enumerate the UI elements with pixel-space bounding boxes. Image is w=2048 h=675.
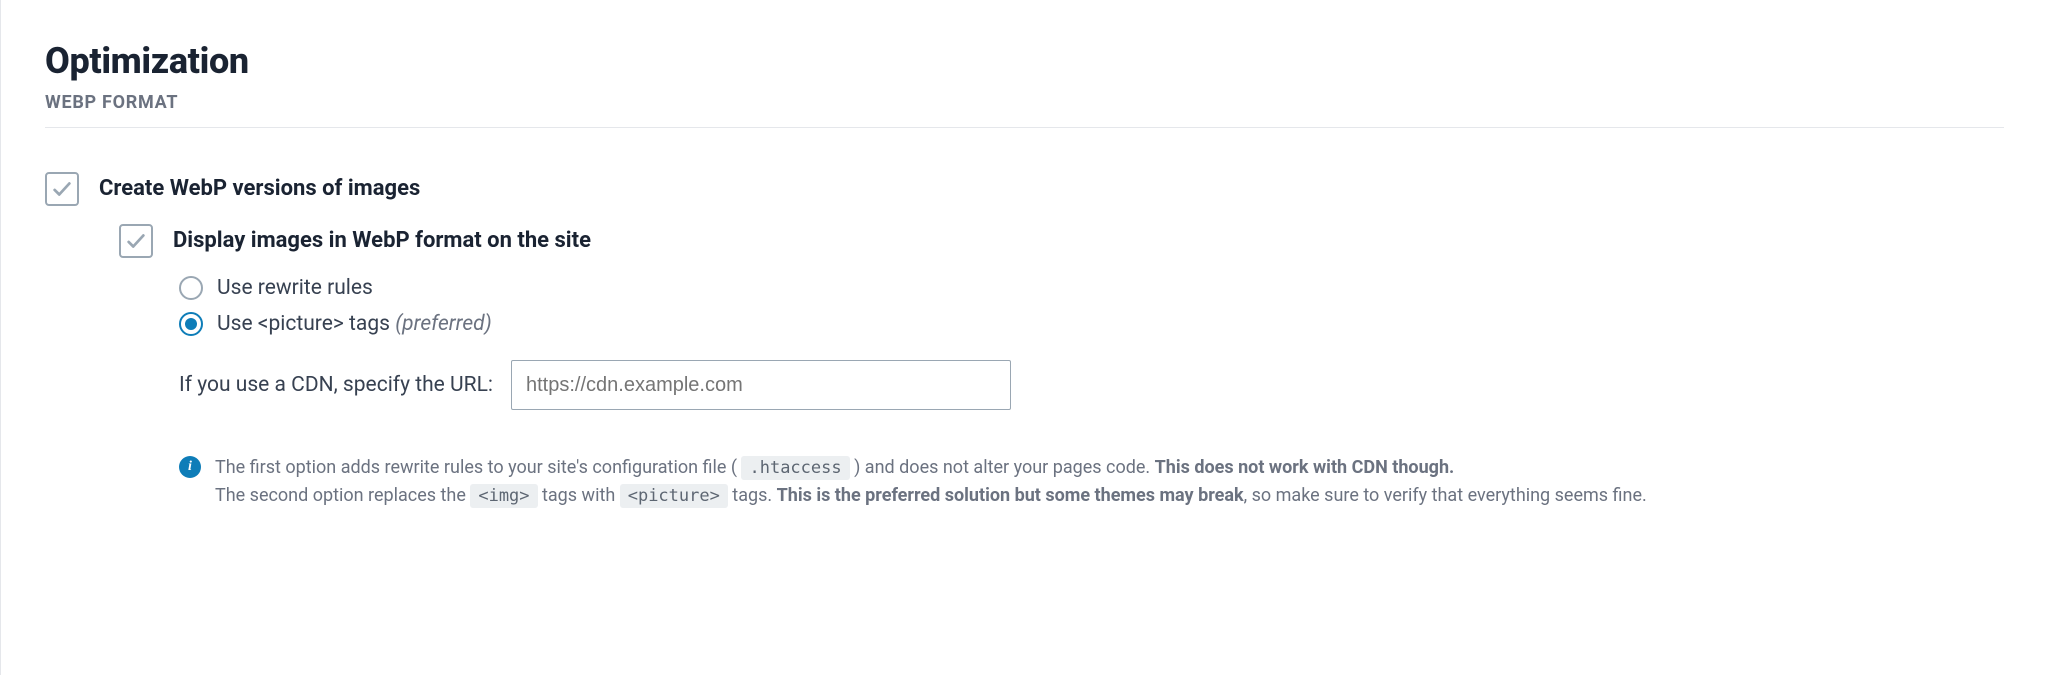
option-display-webp: Display images in WebP format on the sit… xyxy=(119,228,2004,258)
radio-row-rewrite: Use rewrite rules xyxy=(179,276,2004,300)
checkbox-create-webp[interactable] xyxy=(45,172,79,206)
radio-label-picture: Use <picture> tags (preferred) xyxy=(217,312,492,336)
cdn-row: If you use a CDN, specify the URL: xyxy=(179,360,2004,410)
section-label-webp: WEBP FORMAT xyxy=(45,92,2004,128)
option-create-webp: Create WebP versions of images xyxy=(45,176,2004,206)
code-picture: <picture> xyxy=(620,484,728,508)
label-display-webp: Display images in WebP format on the sit… xyxy=(173,228,591,253)
radio-picture[interactable] xyxy=(179,312,203,336)
radio-group-display-method: Use rewrite rules Use <picture> tags (pr… xyxy=(179,276,2004,336)
label-create-webp: Create WebP versions of images xyxy=(99,176,420,201)
check-icon xyxy=(125,230,147,252)
radio-row-picture: Use <picture> tags (preferred) xyxy=(179,312,2004,336)
page-title: Optimization xyxy=(45,40,2004,82)
cdn-label: If you use a CDN, specify the URL: xyxy=(179,373,493,397)
radio-label-rewrite: Use rewrite rules xyxy=(217,276,373,300)
cdn-url-input[interactable] xyxy=(511,360,1011,410)
info-text: The first option adds rewrite rules to y… xyxy=(215,454,2004,510)
info-block: i The first option adds rewrite rules to… xyxy=(179,454,2004,510)
radio-dot-icon xyxy=(185,318,197,330)
code-img: <img> xyxy=(470,484,537,508)
code-htaccess: .htaccess xyxy=(741,456,849,480)
radio-rewrite[interactable] xyxy=(179,276,203,300)
info-icon: i xyxy=(179,456,201,478)
check-icon xyxy=(51,178,73,200)
checkbox-display-webp[interactable] xyxy=(119,224,153,258)
